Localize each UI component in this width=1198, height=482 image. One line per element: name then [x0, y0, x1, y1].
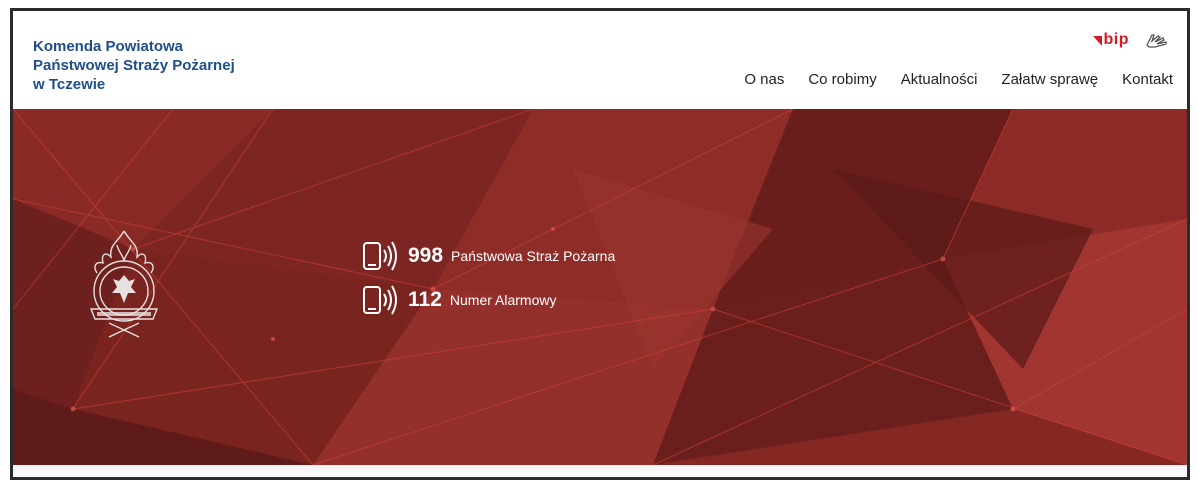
main-navigation: O nas Co robimy Aktualności Załatw spraw… [744, 71, 1173, 88]
nav-item-kontakt[interactable]: Kontakt [1122, 71, 1173, 88]
nav-item-zalatw-sprawe[interactable]: Załatw sprawę [1001, 71, 1098, 88]
phone-label: Numer Alarmowy [449, 292, 557, 308]
nav-item-o-nas[interactable]: O nas [744, 71, 784, 88]
nav-item-co-robimy[interactable]: Co robimy [808, 71, 876, 88]
sign-language-icon[interactable] [1145, 32, 1169, 48]
top-utility-icons: bip [1092, 31, 1170, 49]
content-start-strip [13, 465, 1187, 477]
site-logo-title[interactable]: Komenda Powiatowa Państwowej Straży Poża… [33, 37, 235, 94]
bip-flag-icon [1092, 36, 1102, 46]
phone-icon [363, 241, 397, 271]
bip-link[interactable]: bip [1092, 31, 1130, 49]
nav-item-aktualnosci[interactable]: Aktualności [901, 71, 978, 88]
phone-number: 998 [408, 244, 444, 267]
phone-icon [363, 285, 397, 315]
phone-number: 112 [408, 288, 442, 311]
emergency-number-112[interactable]: 112 Numer Alarmowy [362, 283, 615, 317]
emergency-number-998[interactable]: 998 Państwowa Straż Pożarna [362, 239, 615, 273]
bip-label: bip [1103, 31, 1129, 48]
fire-service-emblem-icon [89, 230, 159, 338]
emergency-numbers: 998 Państwowa Straż Pożarna 112 Numer Al… [362, 239, 615, 327]
phone-label: Państwowa Straż Pożarna [451, 248, 616, 264]
site-header: Komenda Powiatowa Państwowej Straży Poża… [13, 11, 1187, 109]
page-frame: Komenda Powiatowa Państwowej Straży Poża… [10, 8, 1190, 480]
hero-banner: 998 Państwowa Straż Pożarna 112 Numer Al… [13, 109, 1187, 465]
